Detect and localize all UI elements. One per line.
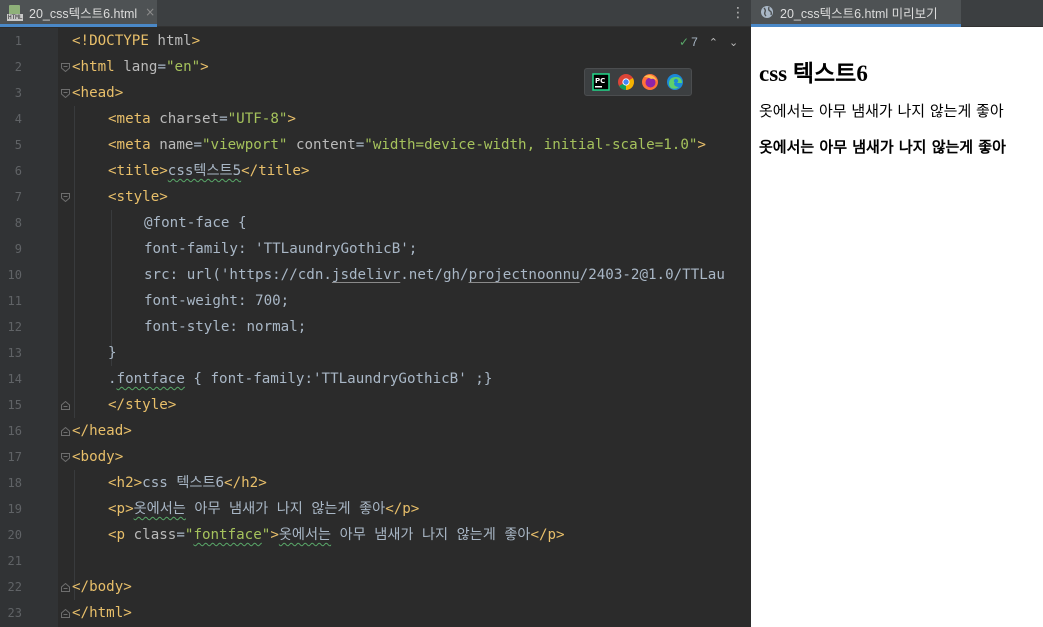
preview-body: css 텍스트6 옷에서는 아무 냄새가 나지 않는게 좋아 옷에서는 아무 냄…: [751, 28, 1043, 627]
code-line-17: <body>: [72, 449, 124, 465]
code-line-18: <h2>css 텍스트6</h2>: [108, 475, 267, 491]
line-number: 7: [14, 190, 22, 204]
code-line-7: <style>: [108, 189, 168, 205]
code-line-1: <!DOCTYPE html>: [72, 33, 201, 49]
code-line-8: @font-face {: [144, 215, 247, 231]
code-line-9: font-family: 'TTLaundryGothicB';: [144, 241, 418, 257]
code-line-11: font-weight: 700;: [144, 293, 290, 309]
globe-icon: [761, 6, 773, 18]
editor-tab-bar: HTML 20_css텍스트6.html × ⋮: [0, 0, 751, 27]
code-line-13: }: [108, 345, 117, 361]
code-line-4: <meta charset="UTF-8">: [108, 111, 296, 127]
close-icon[interactable]: ×: [145, 6, 155, 18]
line-number: 19: [7, 502, 22, 516]
browser-launcher-bar: PC: [584, 68, 692, 96]
line-number: 22: [7, 580, 22, 594]
code-line-10: src: url('https://cdn.jsdelivr.net/gh/pr…: [144, 267, 725, 283]
code-line-20: <p class="fontface">옷에서는 아무 냄새가 나지 않는게 좋…: [108, 527, 565, 543]
line-number: 17: [7, 450, 22, 464]
line-number: 16: [7, 424, 22, 438]
line-number: 12: [7, 320, 22, 334]
code-line-6: <title>css텍스트5</title>: [108, 163, 310, 179]
fold-icon[interactable]: [61, 453, 70, 462]
code-line-3: <head>: [72, 85, 124, 101]
preview-tab-bar: 20_css텍스트6.html 미리보기: [751, 0, 1043, 27]
code-line-16: </head>: [72, 423, 132, 439]
line-number: 11: [7, 294, 22, 308]
more-options-icon[interactable]: ⋮: [731, 4, 745, 22]
code-line-5: <meta name="viewport" content="width=dev…: [108, 137, 706, 153]
preview-tab[interactable]: 20_css텍스트6.html 미리보기: [751, 0, 961, 27]
line-number: 15: [7, 398, 22, 412]
line-number: 14: [7, 372, 22, 386]
editor-tab-label: 20_css텍스트6.html: [29, 6, 138, 21]
fold-end-icon[interactable]: [61, 583, 70, 592]
chevron-up-icon[interactable]: ⌃: [709, 36, 718, 49]
code-line-15: </style>: [108, 397, 177, 413]
fold-end-icon[interactable]: [61, 427, 70, 436]
fold-end-icon[interactable]: [61, 401, 70, 410]
svg-text:PC: PC: [595, 77, 605, 85]
preview-heading: css 텍스트6: [759, 61, 868, 86]
fold-end-icon[interactable]: [61, 609, 70, 618]
code-line-12: font-style: normal;: [144, 319, 307, 335]
code-area[interactable]: <!DOCTYPE html> <html lang="en"> <head> …: [72, 28, 751, 627]
fold-icon[interactable]: [61, 63, 70, 72]
preview-tab-label: 20_css텍스트6.html 미리보기: [780, 6, 938, 21]
inspection-count: 7: [691, 35, 698, 49]
line-number: 8: [14, 216, 22, 230]
code-editor[interactable]: HTML 20_css텍스트6.html × ⋮ 1 2 3 4 5 6 7 8…: [0, 0, 751, 627]
code-line-22: </body>: [72, 579, 132, 595]
code-line-19: <p>옷에서는 아무 냄새가 나지 않는게 좋아</p>: [108, 501, 420, 517]
inspection-widget[interactable]: ✓ 7 ⌃ ⌄: [679, 34, 738, 50]
line-number-gutter: 1 2 3 4 5 6 7 8 9 10 11 12 13 14 15 16 1…: [0, 28, 58, 627]
firefox-icon[interactable]: [641, 73, 659, 91]
line-number: 6: [14, 164, 22, 178]
line-number: 9: [14, 242, 22, 256]
html-preview-pane: 20_css텍스트6.html 미리보기 css 텍스트6 옷에서는 아무 냄새…: [751, 0, 1043, 627]
line-number: 1: [14, 34, 22, 48]
code-line-23: </html>: [72, 605, 132, 621]
preview-paragraph-fontface: 옷에서는 아무 냄새가 나지 않는게 좋아: [759, 138, 1006, 156]
html-file-icon: HTML: [7, 4, 24, 21]
line-number: 20: [7, 528, 22, 542]
check-icon: ✓: [679, 35, 690, 49]
line-number: 3: [14, 86, 22, 100]
edge-icon[interactable]: [666, 73, 684, 91]
line-number: 4: [14, 112, 22, 126]
fold-icon[interactable]: [61, 89, 70, 98]
chevron-down-icon[interactable]: ⌄: [729, 36, 738, 49]
code-line-2: <html lang="en">: [72, 59, 209, 75]
editor-tab[interactable]: HTML 20_css텍스트6.html ×: [0, 0, 157, 27]
line-number: 23: [7, 606, 22, 620]
line-number: 10: [7, 268, 22, 282]
pycharm-icon[interactable]: PC: [592, 73, 610, 91]
line-number: 21: [7, 554, 22, 568]
line-number: 13: [7, 346, 22, 360]
line-number: 5: [14, 138, 22, 152]
fold-icon[interactable]: [61, 193, 70, 202]
line-number: 2: [14, 60, 22, 74]
chrome-icon[interactable]: [617, 73, 635, 91]
preview-paragraph: 옷에서는 아무 냄새가 나지 않는게 좋아: [759, 102, 1004, 120]
code-line-14: .fontface { font-family:'TTLaundryGothic…: [108, 371, 493, 387]
line-number: 18: [7, 476, 22, 490]
